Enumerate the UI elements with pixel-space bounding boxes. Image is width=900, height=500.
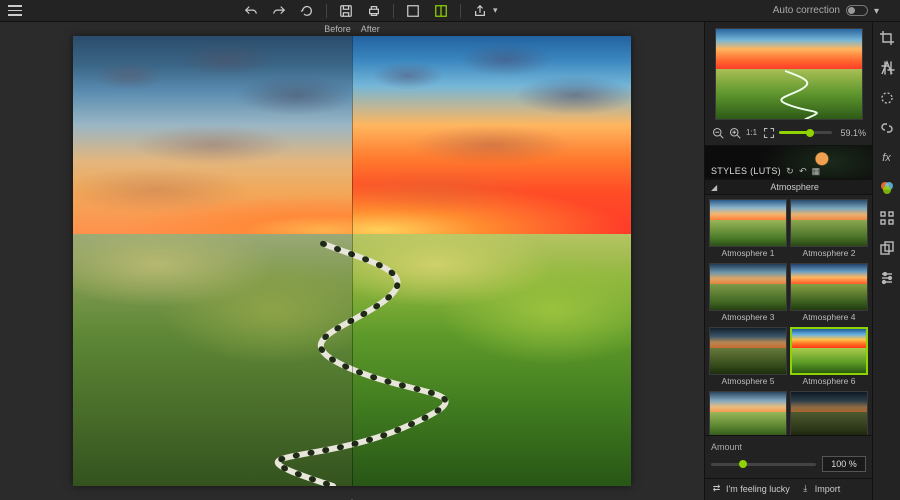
preset-thumb[interactable]: Atmosphere 4	[790, 263, 868, 324]
after-image	[352, 36, 631, 486]
preset-thumb[interactable]	[709, 391, 787, 435]
history-button[interactable]	[298, 2, 316, 20]
amount-label: Amount	[711, 442, 866, 452]
crop-tool-icon[interactable]	[877, 28, 897, 48]
zoom-slider[interactable]	[779, 131, 832, 134]
preset-label: Atmosphere 1	[709, 247, 787, 260]
preset-thumb[interactable]: Atmosphere 3	[709, 263, 787, 324]
canvas-area: Before After	[0, 22, 704, 500]
sliders-tool-icon[interactable]	[877, 268, 897, 288]
fx-tool-icon[interactable]: fx	[877, 148, 897, 168]
auto-correction-chevron-icon[interactable]: ▾	[874, 6, 884, 16]
single-view-button[interactable]	[404, 2, 422, 20]
save-button[interactable]	[337, 2, 355, 20]
amount-control: Amount 100 %	[705, 435, 872, 478]
styles-undo-icon[interactable]: ↶	[798, 166, 808, 176]
separator	[326, 4, 327, 18]
after-label: After	[359, 24, 382, 34]
styles-panel-title: STYLES (LUTS)	[711, 166, 781, 176]
undo-button[interactable]	[242, 2, 260, 20]
panel-footer: ⇄ I'm feeling lucky ⤓ Import	[705, 478, 872, 500]
preset-label: Atmosphere 3	[709, 311, 787, 324]
topbar: ▾ Auto correction ▾	[0, 0, 900, 22]
navigator	[705, 22, 872, 124]
grid-tool-icon[interactable]	[877, 208, 897, 228]
preset-label: Atmosphere 5	[709, 375, 787, 388]
auto-correction-label: Auto correction	[773, 5, 840, 16]
share-chevron-icon[interactable]: ▾	[493, 5, 498, 16]
navigator-preview[interactable]	[715, 28, 863, 120]
styles-panel-header: STYLES (LUTS) ↻ ↶ ▦	[705, 145, 872, 179]
clone-tool-icon[interactable]	[877, 238, 897, 258]
amount-value[interactable]: 100 %	[822, 456, 866, 472]
feeling-lucky-label: I'm feeling lucky	[726, 484, 790, 494]
zoom-percent: 59.1%	[836, 128, 866, 138]
toolbar: ▾	[242, 2, 498, 20]
preset-thumb[interactable]: Atmosphere 5	[709, 327, 787, 388]
zoom-controls: 1:1 59.1%	[705, 124, 872, 145]
preset-group-name: Atmosphere	[723, 182, 866, 192]
color-tool-icon[interactable]	[877, 178, 897, 198]
zoom-in-icon[interactable]	[728, 126, 741, 139]
zoom-out-icon[interactable]	[711, 126, 724, 139]
toolstrip: fx	[872, 22, 900, 500]
adjust-tool-icon[interactable]	[877, 58, 897, 78]
main: Before After	[0, 22, 900, 500]
styles-refresh-icon[interactable]: ↻	[785, 166, 795, 176]
separator	[393, 4, 394, 18]
divider-handle-icon[interactable]: ▴	[347, 496, 357, 500]
styles-grid-icon[interactable]: ▦	[811, 166, 821, 176]
compare-labels: Before After	[0, 22, 704, 36]
preset-thumb[interactable]: Atmosphere 1	[709, 199, 787, 260]
preset-list: Atmosphere 1Atmosphere 2Atmosphere 3Atmo…	[705, 195, 872, 435]
zoom-1to1-icon[interactable]: 1:1	[745, 126, 758, 139]
collapse-icon: ◢	[711, 183, 717, 192]
auto-correction-toggle[interactable]	[846, 5, 868, 16]
split-view-button[interactable]	[432, 2, 450, 20]
preset-thumb[interactable]	[790, 391, 868, 435]
separator	[460, 4, 461, 18]
redo-button[interactable]	[270, 2, 288, 20]
shuffle-icon: ⇄	[711, 483, 722, 494]
compare-divider[interactable]	[352, 36, 353, 486]
print-button[interactable]	[365, 2, 383, 20]
import-label: Import	[815, 484, 841, 494]
preset-thumb[interactable]: Atmosphere 6	[790, 327, 868, 388]
preset-label: Atmosphere 6	[790, 375, 868, 388]
import-icon: ⤓	[800, 483, 811, 494]
share-button[interactable]	[471, 2, 489, 20]
preset-label: Atmosphere 4	[790, 311, 868, 324]
app-root: ▾ Auto correction ▾ Before After	[0, 0, 900, 500]
marquee-tool-icon[interactable]	[877, 88, 897, 108]
preset-thumb[interactable]: Atmosphere 2	[790, 199, 868, 260]
import-button[interactable]: ⤓ Import	[800, 483, 841, 494]
link-tool-icon[interactable]	[877, 118, 897, 138]
preset-label: Atmosphere 2	[790, 247, 868, 260]
right-panel: 1:1 59.1% STYLES (LUTS) ↻ ↶ ▦	[704, 22, 900, 500]
menu-icon[interactable]	[6, 3, 24, 18]
amount-slider[interactable]	[711, 463, 816, 466]
canvas[interactable]	[73, 36, 631, 486]
before-label: Before	[322, 24, 353, 34]
feeling-lucky-button[interactable]: ⇄ I'm feeling lucky	[711, 483, 790, 494]
zoom-fit-icon[interactable]	[762, 126, 775, 139]
preset-group-header[interactable]: ◢ Atmosphere	[705, 179, 872, 195]
before-image	[73, 36, 352, 486]
auto-correction: Auto correction ▾	[773, 5, 884, 16]
